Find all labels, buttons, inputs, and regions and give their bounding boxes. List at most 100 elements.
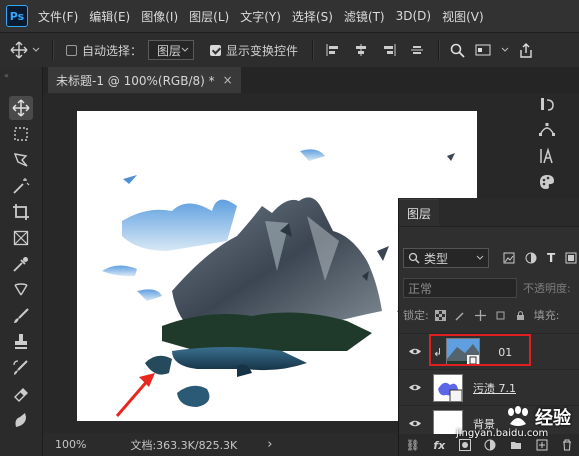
- chevron-down-icon: [32, 47, 40, 52]
- chevron-down-icon: [181, 47, 189, 52]
- lock-transparent-icon[interactable]: [434, 309, 446, 321]
- fill-label: 填充:: [533, 309, 560, 322]
- menu-3d[interactable]: 3D(D): [396, 9, 431, 23]
- align-left-icon[interactable]: [326, 43, 340, 57]
- document-tab[interactable]: 未标题-1 @ 100%(RGB/8) * ×: [48, 67, 241, 93]
- marquee-icon: [14, 127, 28, 141]
- menu-file[interactable]: 文件(F): [38, 8, 78, 25]
- menu-view[interactable]: 视图(V): [442, 8, 484, 25]
- show-transform-label: 显示变换控件: [226, 43, 299, 58]
- workspace-icon[interactable]: [475, 43, 491, 57]
- visibility-eye-icon: [409, 384, 421, 391]
- eye-icon[interactable]: [407, 345, 423, 359]
- filter-pixel-icon[interactable]: [503, 252, 515, 264]
- collapse-arrows-icon[interactable]: «: [4, 71, 9, 80]
- auto-select-target-select[interactable]: 图层: [148, 40, 195, 60]
- crop-tool[interactable]: [9, 200, 33, 224]
- eyedropper-tool[interactable]: [9, 252, 33, 276]
- link-layers-icon[interactable]: ⛓: [406, 439, 420, 452]
- align-center-icon[interactable]: [354, 43, 368, 57]
- stamp-icon: [15, 334, 27, 349]
- blend-mode-select[interactable]: 正常: [403, 278, 517, 298]
- tab-layers[interactable]: 图层: [399, 199, 440, 226]
- canvas-area: [43, 93, 477, 433]
- brush-icon: [14, 308, 29, 323]
- menu-filter[interactable]: 滤镜(T): [344, 8, 385, 25]
- status-bar: 100% 文档:363.3K/825.3K ›: [43, 433, 398, 456]
- chevron-right-icon[interactable]: ›: [267, 437, 272, 452]
- divider: [52, 40, 54, 60]
- lock-all-icon[interactable]: [515, 310, 526, 321]
- lock-artboard-icon[interactable]: [495, 310, 506, 321]
- right-panel-icons: [526, 93, 566, 208]
- move-tool-preset[interactable]: [10, 41, 40, 59]
- menu-type[interactable]: 文字(Y): [240, 8, 281, 25]
- crop-icon: [13, 204, 29, 220]
- paths-panel-button[interactable]: [536, 119, 558, 141]
- history-brush-tool[interactable]: [9, 356, 33, 380]
- eye-icon[interactable]: [407, 381, 423, 395]
- align-vcenter-icon[interactable]: [410, 43, 424, 57]
- adjustment-layer-icon[interactable]: [484, 439, 496, 451]
- highlight-box: [429, 334, 531, 366]
- move-tool[interactable]: [9, 96, 33, 120]
- photoshop-logo[interactable]: Ps: [6, 5, 28, 27]
- lock-label: 锁定:: [403, 309, 429, 322]
- menu-layer[interactable]: 图层(L): [189, 8, 229, 25]
- blend-row: 正常 不透明度:: [399, 278, 579, 298]
- watermark-text: 经验: [535, 408, 571, 429]
- layer-name-stain[interactable]: 污渍 7.1: [473, 380, 516, 396]
- smudge-tool[interactable]: [9, 408, 33, 432]
- lasso-tool[interactable]: [9, 148, 33, 172]
- eraser-icon: [14, 388, 28, 402]
- filter-adjustment-icon[interactable]: [525, 252, 537, 264]
- zoom-level[interactable]: 100%: [55, 438, 86, 451]
- show-transform-checkbox[interactable]: [210, 44, 222, 56]
- divider: [312, 40, 315, 60]
- auto-select-checkbox[interactable]: [66, 44, 77, 56]
- share-icon[interactable]: [519, 42, 533, 58]
- lock-position-icon[interactable]: [474, 309, 486, 321]
- lock-pixels-icon[interactable]: [455, 310, 466, 321]
- tools-panel: «: [0, 67, 43, 456]
- marquee-tool[interactable]: [9, 122, 33, 146]
- history-panel-button[interactable]: [536, 93, 558, 115]
- menu-edit[interactable]: 编辑(E): [89, 8, 130, 25]
- layer-filter-value: 类型: [424, 251, 449, 266]
- group-folder-icon[interactable]: [510, 439, 522, 451]
- layer-row-stain[interactable]: 污渍 7.1: [399, 369, 579, 406]
- filter-type-icon[interactable]: T: [547, 251, 555, 265]
- search-icon[interactable]: [450, 43, 465, 58]
- lasso-icon: [13, 153, 28, 167]
- auto-select-label: 自动选择：: [82, 43, 143, 58]
- frame-tool[interactable]: [9, 226, 33, 250]
- chevron-down-icon: [501, 47, 509, 52]
- filter-shape-icon[interactable]: [565, 252, 577, 264]
- healing-brush-tool[interactable]: [9, 278, 33, 302]
- document-info[interactable]: 文档:363.3K/825.3K: [130, 437, 237, 453]
- magic-wand-tool[interactable]: [9, 174, 33, 198]
- swatches-panel-button[interactable]: [536, 171, 558, 193]
- frame-icon: [13, 230, 29, 246]
- brush-tool[interactable]: [9, 304, 33, 328]
- menu-select[interactable]: 选择(S): [292, 8, 333, 25]
- menu-image[interactable]: 图像(I): [141, 8, 178, 25]
- stamp-tool[interactable]: [9, 330, 33, 354]
- close-icon[interactable]: ×: [223, 73, 233, 87]
- new-layer-icon[interactable]: [536, 439, 548, 451]
- eye-icon[interactable]: [407, 417, 423, 431]
- paths-icon: [539, 123, 555, 136]
- add-mask-icon[interactable]: [458, 439, 471, 451]
- align-right-icon[interactable]: [382, 43, 396, 57]
- trash-icon[interactable]: [561, 439, 573, 451]
- eraser-tool[interactable]: [9, 382, 33, 406]
- character-icon: [540, 147, 553, 164]
- document-tab-bar: 未标题-1 @ 100%(RGB/8) * ×: [43, 67, 579, 93]
- history-icon: [541, 98, 554, 111]
- fx-icon[interactable]: fx: [433, 439, 445, 452]
- layer-filter-select[interactable]: 类型: [403, 248, 489, 268]
- chevron-down-icon: [476, 255, 484, 260]
- options-bar: 自动选择： 图层 显示变换控件: [0, 32, 579, 68]
- character-panel-button[interactable]: [536, 145, 558, 167]
- document-tab-title: 未标题-1 @ 100%(RGB/8) *: [56, 73, 215, 88]
